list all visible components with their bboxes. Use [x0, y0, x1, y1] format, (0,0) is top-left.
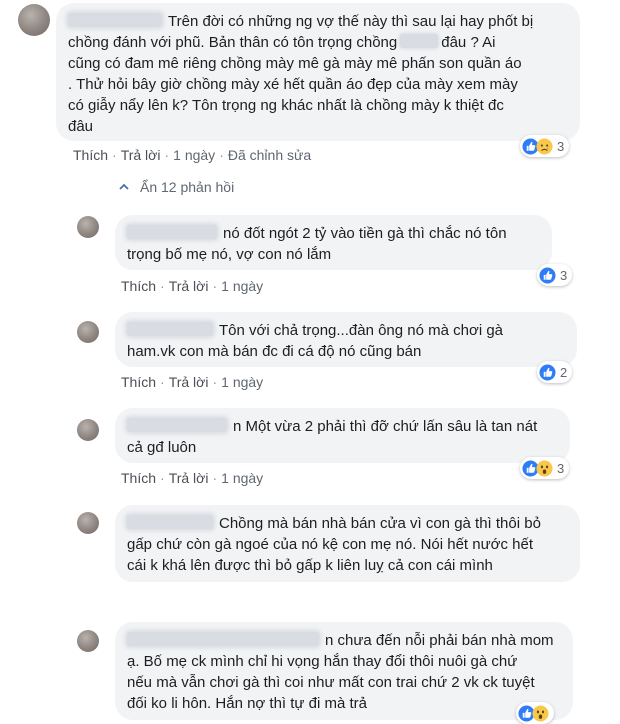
like-link[interactable]: Thích [121, 374, 156, 390]
reply-link[interactable]: Trả lời [169, 470, 209, 486]
reply-bubble: Chồng mà bán nhà bán cửa vì con gà thì t… [115, 505, 580, 582]
comment-bubble: Trên đời có những ng vợ thế này thì sau … [56, 3, 580, 141]
author-name-redacted[interactable] [127, 632, 319, 646]
wow-icon [532, 704, 549, 722]
like-icon [539, 363, 556, 381]
avatar[interactable] [77, 630, 99, 652]
reaction-summary[interactable]: 3 [520, 457, 570, 479]
avatar[interactable] [77, 419, 99, 441]
reaction-summary[interactable] [516, 702, 554, 724]
author-name-redacted[interactable] [127, 418, 227, 432]
reaction-summary[interactable]: 3 [537, 264, 573, 286]
reply-bubble: n chưa đến nỗi phải bán nhà mom ạ. Bố mẹ… [115, 622, 573, 720]
reply-actions: Thích · Trả lời · 1 ngày [121, 470, 264, 486]
author-name-redacted[interactable] [127, 515, 213, 529]
avatar[interactable] [18, 4, 50, 36]
timestamp[interactable]: 1 ngày [173, 147, 215, 163]
avatar[interactable] [77, 216, 99, 238]
author-name-redacted[interactable] [127, 322, 213, 336]
author-name-redacted[interactable] [68, 13, 162, 27]
timestamp[interactable]: 1 ngày [221, 278, 263, 294]
hide-replies-label: Ẩn 12 phản hồi [140, 179, 235, 195]
hide-replies-toggle[interactable]: Ẩn 12 phản hồi [118, 179, 234, 195]
like-link[interactable]: Thích [121, 470, 156, 486]
timestamp[interactable]: 1 ngày [221, 374, 263, 390]
reply-bubble: n Một vừa 2 phải thì đỡ chứ lấn sâu là t… [115, 408, 570, 463]
reply-bubble: Tôn với chả trọng...đàn ông nó mà chơi g… [115, 312, 577, 367]
timestamp[interactable]: 1 ngày [221, 470, 263, 486]
reply-actions: Thích · Trả lời · 1 ngày [121, 278, 264, 294]
sad-icon [536, 137, 553, 155]
reply-link[interactable]: Trả lời [169, 374, 209, 390]
comment-actions: Thích · Trả lời · 1 ngày · Đã chỉnh sửa [73, 147, 312, 163]
reply-link[interactable]: Trả lời [169, 278, 209, 294]
reaction-count: 3 [557, 138, 565, 154]
like-icon [539, 266, 556, 284]
edited-label[interactable]: Đã chỉnh sửa [228, 147, 311, 163]
wow-icon [536, 459, 553, 477]
avatar[interactable] [77, 321, 99, 343]
reaction-summary[interactable]: 3 [520, 135, 570, 157]
like-link[interactable]: Thích [73, 147, 108, 163]
chevron-up-icon [119, 183, 129, 190]
redacted-text [400, 34, 439, 48]
like-link[interactable]: Thích [121, 278, 156, 294]
reply-bubble: nó đốt ngót 2 tỷ vào tiền gà thì chắc nó… [115, 215, 552, 270]
reaction-summary[interactable]: 2 [537, 361, 573, 383]
avatar[interactable] [77, 512, 99, 534]
reply-actions: Thích · Trả lời · 1 ngày [121, 374, 264, 390]
author-name-redacted[interactable] [127, 225, 217, 239]
comment-text: Trên đời có những ng vợ thế này thì sau … [68, 13, 534, 135]
reply-link[interactable]: Trả lời [121, 147, 161, 163]
